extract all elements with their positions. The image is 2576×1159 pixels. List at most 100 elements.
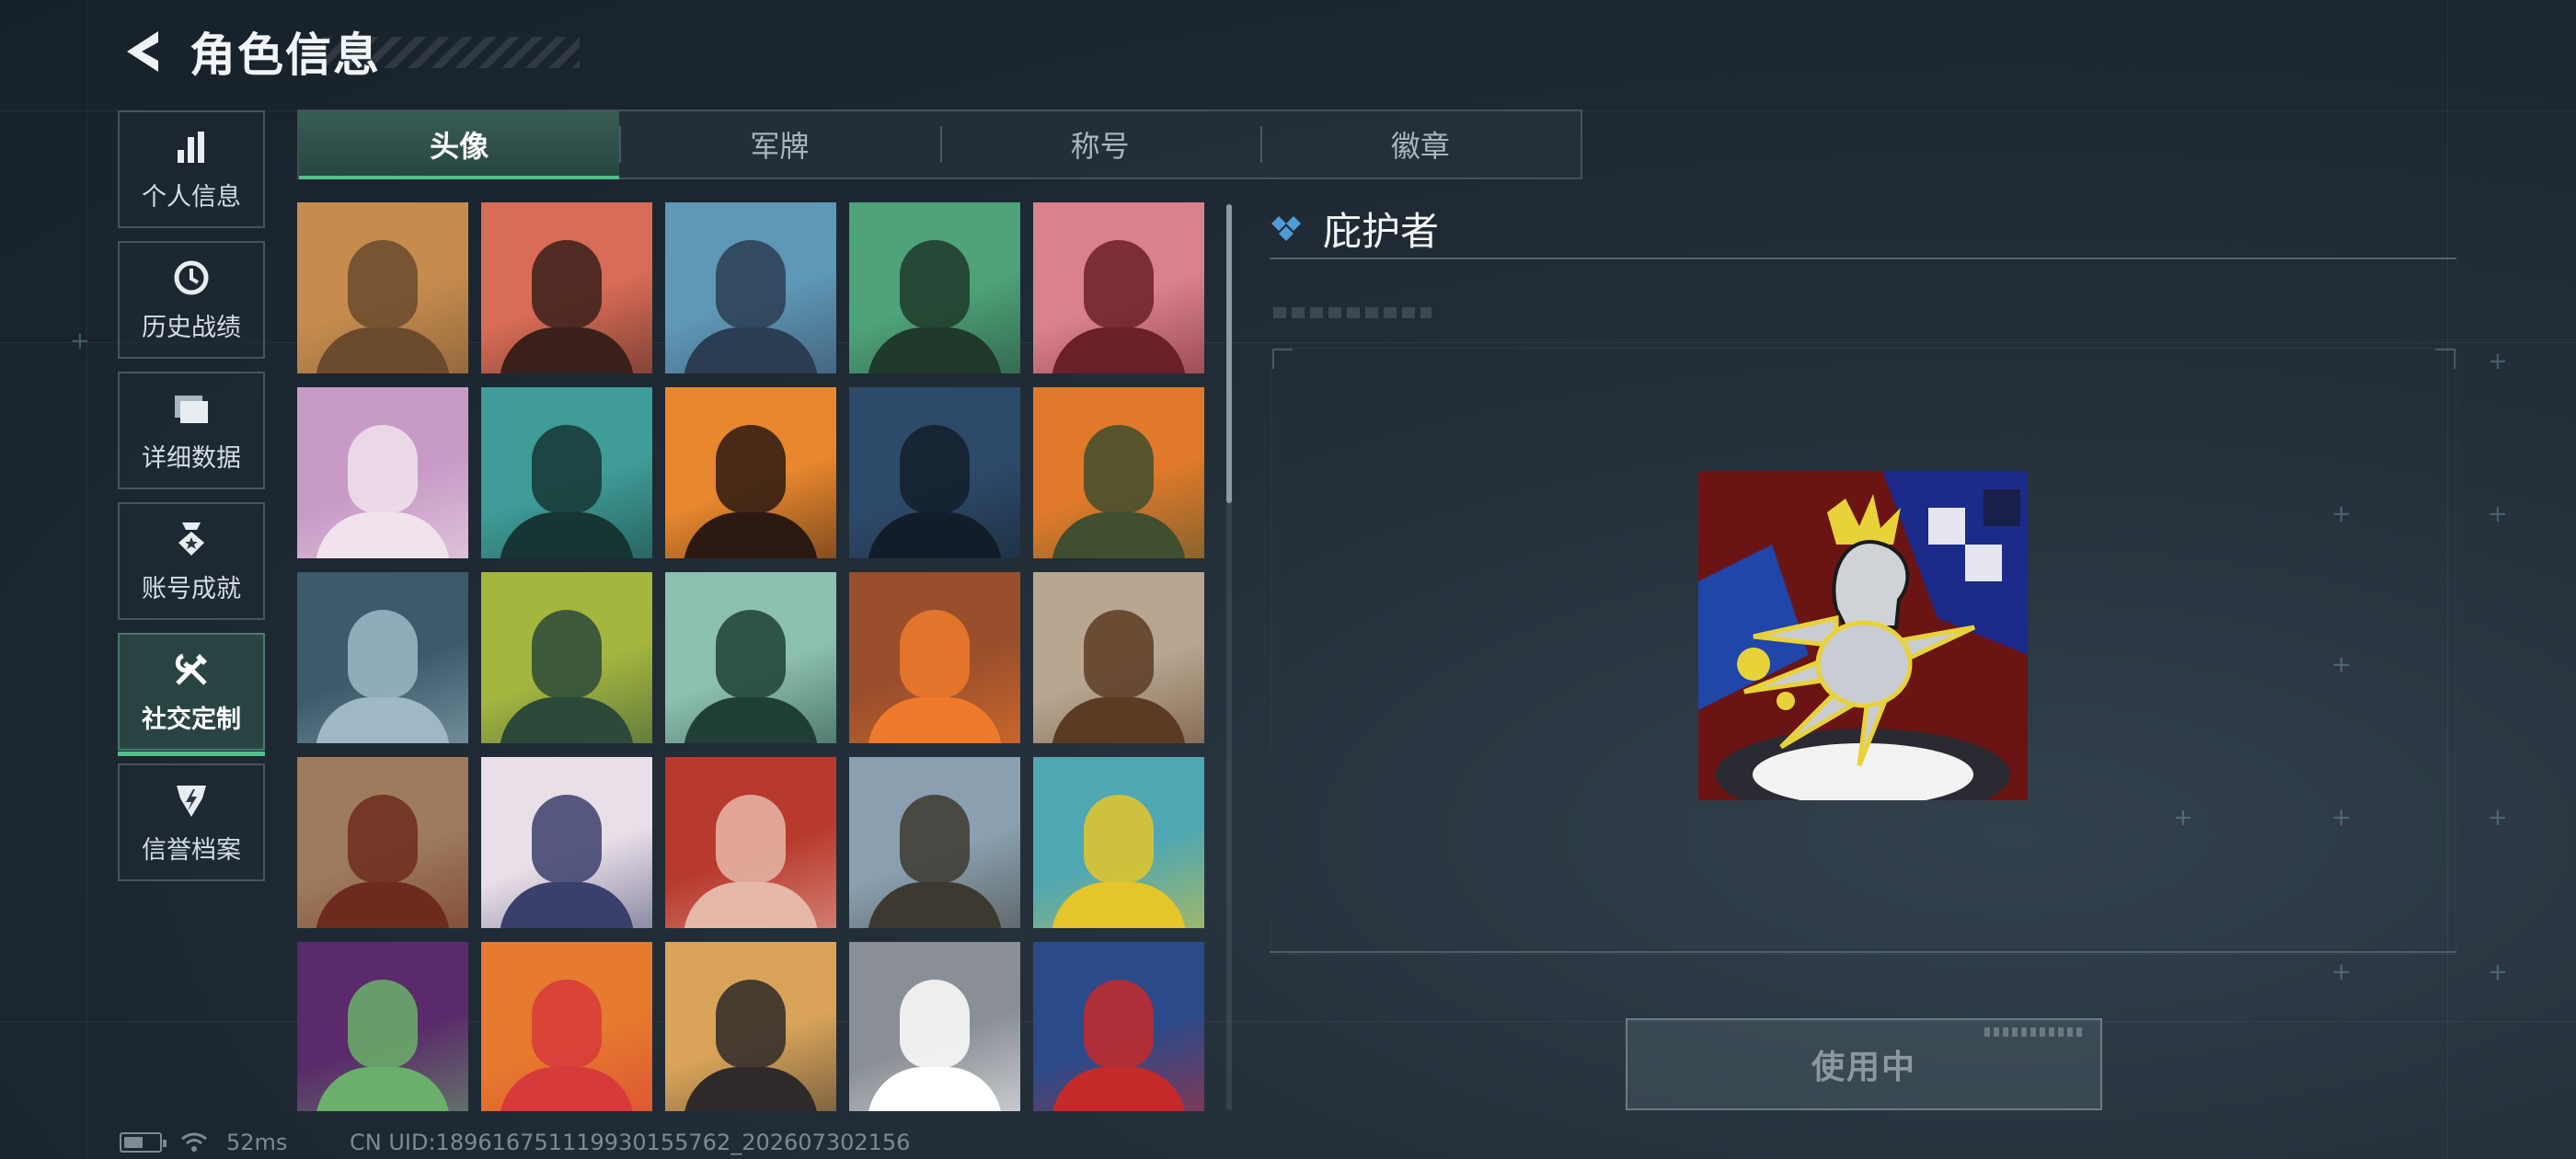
avatar-art-body [684, 1067, 818, 1111]
avatar-desert-truck[interactable] [1033, 572, 1204, 743]
avatar-mountain-explorer[interactable] [849, 757, 1020, 928]
avatar-pilot-goggles[interactable] [665, 202, 836, 373]
avatar-art-head [348, 239, 418, 328]
detail-divider [1270, 258, 2456, 259]
battery-icon [120, 1132, 167, 1153]
avatar-art-head [348, 424, 418, 513]
avatar-way-out-sign[interactable] [665, 572, 836, 743]
avatar-art-head [900, 794, 970, 883]
button-decoration [1984, 1027, 2086, 1037]
avatar-art-head [348, 979, 418, 1068]
avatar-art-head [716, 424, 786, 513]
avatar-name: 庇护者 [1323, 209, 1440, 254]
avatar-art-head [900, 239, 970, 328]
avatar-art-body [316, 1067, 450, 1111]
avatar-pyramid-glasses[interactable] [665, 942, 836, 1111]
avatar-monkey-reader[interactable] [481, 942, 652, 1111]
avatar-art-body [316, 327, 450, 373]
avatar-soldiers-sunset[interactable] [297, 202, 468, 373]
tab-bar: 头像 军牌 称号 徽章 [297, 109, 1582, 179]
avatar-art-head [532, 239, 602, 328]
detail-header: 庇护者 [1270, 201, 1439, 257]
avatar-santa-soldier[interactable] [1033, 942, 1204, 1111]
avatar-art-body [500, 697, 634, 743]
avatar-art-head [900, 979, 970, 1068]
avatar-white-hair-girl[interactable] [297, 387, 468, 558]
avatar-art-head [348, 794, 418, 883]
sidebar-item-detailed-data[interactable]: 详细数据 [118, 372, 265, 489]
avatar-art-body [868, 512, 1002, 558]
avatar-art-body [316, 697, 450, 743]
avatar-helmet-visor[interactable] [1033, 202, 1204, 373]
avatar-grid-container[interactable] [297, 202, 1217, 1111]
avatar-art-head [532, 979, 602, 1068]
avatar-art-body [1052, 1067, 1186, 1111]
sidebar-item-label: 账号成就 [142, 574, 241, 603]
tab-avatar[interactable]: 头像 [299, 111, 620, 179]
avatar-art-head [716, 609, 786, 698]
avatar-art-body [500, 512, 634, 558]
avatar-exit-door[interactable] [481, 572, 652, 743]
back-button[interactable] [120, 26, 164, 77]
avatar-art-head [1084, 424, 1154, 513]
page-header: 角色信息 [120, 22, 381, 82]
avatar-eagle-emblem[interactable] [849, 942, 1020, 1111]
tab-badge[interactable]: 徽章 [1259, 111, 1581, 178]
page-title: 角色信息 [190, 29, 381, 82]
uid-text: CN UID:18961675111993015576​2_2026073021… [350, 1130, 911, 1155]
avatar-art-body [684, 512, 818, 558]
avatar-art-body [1052, 327, 1186, 373]
sidebar: 个人信息 历史战绩 详细数据 账号成就 社交定制 信誉档案 [118, 110, 265, 894]
avatar-orange-soldier[interactable] [1033, 387, 1204, 558]
avatar-night-operator[interactable] [849, 387, 1020, 558]
detail-subtitle-placeholder [1273, 307, 1432, 318]
reputation-icon [171, 780, 212, 820]
history-clock-icon [171, 258, 212, 298]
diamond-icon [1271, 215, 1301, 241]
avatar-green-goggle-man[interactable] [297, 942, 468, 1111]
avatar-redhead-woman[interactable] [665, 757, 836, 928]
avatar-art-head [900, 609, 970, 698]
avatar-art-head [1084, 239, 1154, 328]
avatar-art-body [684, 697, 818, 743]
avatar-art-body [684, 882, 818, 928]
avatar-art-head [348, 609, 418, 698]
avatar-art-body [1052, 512, 1186, 558]
sidebar-item-history[interactable]: 历史战绩 [118, 241, 265, 359]
avatar-orange-feather[interactable] [849, 572, 1020, 743]
avatar-art-head [900, 424, 970, 513]
sidebar-item-personal-info[interactable]: 个人信息 [118, 110, 265, 228]
sidebar-item-social-custom[interactable]: 社交定制 [118, 633, 265, 756]
sidebar-item-reputation[interactable]: 信誉档案 [118, 763, 265, 881]
folder-icon [171, 388, 212, 429]
avatar-headset-man[interactable] [849, 202, 1020, 373]
avatar-art-head [716, 239, 786, 328]
tab-dog-tag[interactable]: 军牌 [619, 111, 939, 178]
scrollbar-thumb[interactable] [1226, 204, 1232, 503]
achievement-icon [171, 519, 212, 559]
avatar-art-body [1052, 697, 1186, 743]
avatar-art-body [868, 697, 1002, 743]
avatar-art-body [868, 1067, 1002, 1111]
tools-icon [171, 649, 212, 690]
back-arrow-icon [127, 31, 158, 72]
avatar-alligator-sign[interactable] [1033, 757, 1204, 928]
avatar-teal-glasses-man[interactable] [481, 387, 652, 558]
avatar-art-head [532, 794, 602, 883]
sidebar-item-label: 个人信息 [142, 182, 241, 212]
avatar-sniper-scope[interactable] [297, 572, 468, 743]
avatar-art-body [1052, 882, 1186, 928]
avatar-anime-chibis[interactable] [481, 757, 652, 928]
avatar-art-head [1084, 979, 1154, 1068]
in-use-button[interactable]: 使用中 [1626, 1018, 2102, 1110]
avatar-art-head [716, 979, 786, 1068]
avatar-art-head [532, 609, 602, 698]
sidebar-item-label: 社交定制 [142, 705, 241, 734]
ping-text: 52ms [226, 1130, 288, 1155]
wifi-icon [181, 1132, 207, 1152]
tab-title[interactable]: 称号 [939, 111, 1260, 178]
avatar-masked-longhair[interactable] [665, 387, 836, 558]
avatar-justice-scale[interactable] [297, 757, 468, 928]
sidebar-item-achievements[interactable]: 账号成就 [118, 502, 265, 620]
avatar-bearded-cap[interactable] [481, 202, 652, 373]
